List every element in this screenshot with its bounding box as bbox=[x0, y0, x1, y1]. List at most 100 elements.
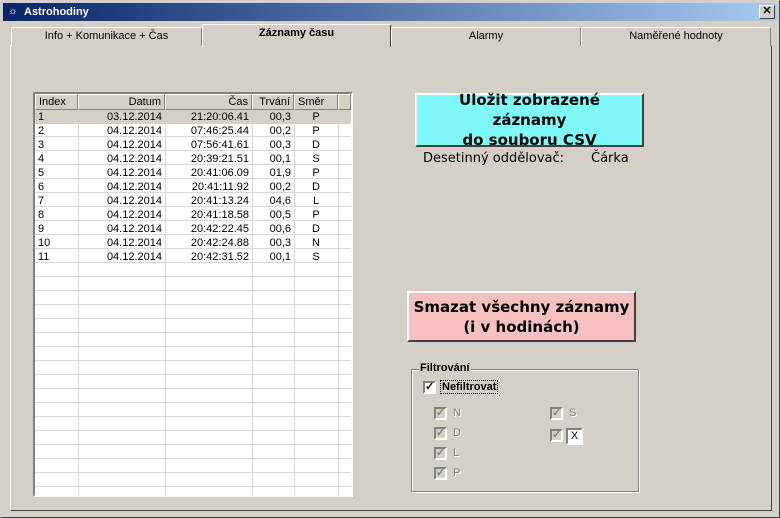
cell-index: 1 bbox=[38, 111, 45, 123]
cell-direction: D bbox=[312, 139, 320, 151]
tab-measured[interactable]: Naměřené hodnoty bbox=[581, 27, 771, 46]
cell-date: 04.12.2014 bbox=[106, 223, 162, 235]
cell-direction: P bbox=[312, 209, 320, 221]
cell-direction: P bbox=[312, 111, 320, 123]
header-date[interactable]: Datum bbox=[78, 94, 165, 110]
export-csv-button[interactable]: Uložit zobrazené záznamy do souboru CSV bbox=[415, 91, 644, 149]
cell-direction: L bbox=[312, 195, 320, 207]
cell-index: 7 bbox=[38, 195, 45, 207]
table-row[interactable]: 7 04.12.2014 20:41:13.24 04,6 L bbox=[35, 194, 351, 208]
table-row[interactable]: 5 04.12.2014 20:41:06.09 01,9 P bbox=[35, 166, 351, 180]
cell-index: 8 bbox=[38, 209, 45, 221]
cell-duration: 04,6 bbox=[269, 195, 291, 207]
cell-time: 20:42:24.88 bbox=[190, 237, 249, 249]
cell-time: 20:42:31.52 bbox=[190, 251, 249, 263]
cell-direction: S bbox=[312, 153, 320, 165]
table-row[interactable]: 9 04.12.2014 20:42:22.45 00,6 D bbox=[35, 222, 351, 236]
no-filter-label: Nefiltrovat bbox=[439, 380, 499, 394]
cell-duration: 00,1 bbox=[269, 153, 291, 165]
cell-date: 04.12.2014 bbox=[106, 181, 162, 193]
cell-date: 04.12.2014 bbox=[106, 139, 162, 151]
header-index[interactable]: Index bbox=[35, 94, 78, 110]
no-filter-label-wrap[interactable]: Nefiltrovat bbox=[439, 380, 499, 394]
table-row[interactable]: 1 03.12.2014 21:20:06.41 00,3 P bbox=[35, 110, 351, 124]
cell-index: 6 bbox=[38, 181, 45, 193]
table-row[interactable]: 8 04.12.2014 20:41:18.58 00,5 P bbox=[35, 208, 351, 222]
filter-d-label: D bbox=[453, 427, 461, 439]
cell-duration: 00,1 bbox=[269, 251, 291, 263]
cell-date: 04.12.2014 bbox=[106, 237, 162, 249]
cell-date: 03.12.2014 bbox=[106, 111, 162, 123]
table-row[interactable]: 10 04.12.2014 20:42:24.88 00,3 N bbox=[35, 236, 351, 250]
app-window: ☼ Astrohodiny ✕ Info + Komunikace + Čas … bbox=[0, 0, 780, 518]
header-duration[interactable]: Trvání bbox=[252, 94, 294, 110]
cell-duration: 00,3 bbox=[269, 237, 291, 249]
cell-time: 20:39:21.51 bbox=[190, 153, 249, 165]
cell-index: 3 bbox=[38, 139, 45, 151]
table-header: Index Datum Čas Trvání Směr bbox=[35, 94, 351, 110]
filter-legend: Filtrování bbox=[419, 362, 471, 374]
export-label-line1: Uložit zobrazené záznamy bbox=[459, 91, 600, 129]
filter-n-label: N bbox=[453, 407, 461, 419]
tab-info[interactable]: Info + Komunikace + Čas bbox=[11, 27, 202, 46]
filter-s-checkbox[interactable]: ✓ bbox=[550, 407, 563, 420]
cell-date: 04.12.2014 bbox=[106, 125, 162, 137]
cell-time: 20:41:06.09 bbox=[190, 167, 249, 179]
delete-label-line1: Smazat všechny záznamy bbox=[413, 297, 630, 316]
decimal-separator-label: Desetinný oddělovač: bbox=[423, 151, 565, 166]
export-label-line2: do souboru CSV bbox=[462, 131, 597, 149]
tab-records[interactable]: Záznamy času bbox=[202, 24, 391, 47]
filter-p-checkbox[interactable]: ✓ bbox=[434, 467, 447, 480]
title-bar[interactable]: ☼ Astrohodiny ✕ bbox=[3, 3, 777, 21]
table-row[interactable]: 6 04.12.2014 20:41:11.92 00,2 D bbox=[35, 180, 351, 194]
table-row[interactable]: 4 04.12.2014 20:39:21.51 00,1 S bbox=[35, 152, 351, 166]
cell-date: 04.12.2014 bbox=[106, 167, 162, 179]
delete-label-line2: (i v hodinách) bbox=[463, 317, 580, 336]
cell-duration: 01,9 bbox=[269, 167, 291, 179]
cell-time: 20:41:11.92 bbox=[191, 181, 249, 193]
cell-index: 5 bbox=[38, 167, 45, 179]
cell-time: 21:20:06.41 bbox=[190, 111, 249, 123]
cell-index: 10 bbox=[38, 237, 51, 249]
table-row[interactable]: 11 04.12.2014 20:42:31.52 00,1 S bbox=[35, 250, 351, 264]
cell-duration: 00,3 bbox=[269, 111, 291, 123]
cell-duration: 00,2 bbox=[269, 181, 291, 193]
cell-date: 04.12.2014 bbox=[106, 251, 162, 263]
table-row[interactable]: 3 04.12.2014 07:56:41.61 00,3 D bbox=[35, 138, 351, 152]
cell-direction: P bbox=[312, 125, 320, 137]
cell-duration: 00,5 bbox=[269, 209, 291, 221]
cell-date: 04.12.2014 bbox=[106, 209, 162, 221]
cell-time: 07:56:41.61 bbox=[190, 139, 249, 151]
tab-alarms[interactable]: Alarmy bbox=[391, 27, 581, 46]
cell-index: 2 bbox=[38, 125, 45, 137]
header-direction[interactable]: Směr bbox=[294, 94, 338, 110]
filter-s-label: S bbox=[569, 407, 577, 419]
records-table[interactable]: Index Datum Čas Trvání Směr 1 03.12.2014 2… bbox=[33, 92, 353, 497]
filter-l-checkbox[interactable]: ✓ bbox=[434, 447, 447, 460]
cell-index: 4 bbox=[38, 153, 45, 165]
filter-d-checkbox[interactable]: ✓ bbox=[434, 427, 447, 440]
cell-time: 20:41:13.24 bbox=[190, 195, 249, 207]
header-time[interactable]: Čas bbox=[165, 94, 252, 110]
cell-direction: S bbox=[312, 251, 320, 263]
cell-direction: D bbox=[312, 181, 320, 193]
filter-p-label: P bbox=[453, 467, 461, 479]
cell-duration: 00,2 bbox=[269, 125, 291, 137]
table-row[interactable]: 2 04.12.2014 07:46:25.44 00,2 P bbox=[35, 124, 351, 138]
cell-time: 20:42:22.45 bbox=[190, 223, 249, 235]
cell-time: 20:41:18.58 bbox=[190, 209, 249, 221]
filter-n-checkbox[interactable]: ✓ bbox=[434, 407, 447, 420]
filter-x-input[interactable]: X bbox=[566, 428, 583, 445]
cell-index: 9 bbox=[38, 223, 45, 235]
decimal-separator-value[interactable]: Čárka bbox=[591, 151, 629, 166]
cell-date: 04.12.2014 bbox=[106, 153, 162, 165]
delete-all-button[interactable]: Smazat všechny záznamy (i v hodinách) bbox=[407, 291, 636, 342]
cell-time: 07:46:25.44 bbox=[190, 125, 249, 137]
cell-duration: 00,6 bbox=[269, 223, 291, 235]
header-filler bbox=[338, 94, 351, 110]
close-button[interactable]: ✕ bbox=[759, 5, 775, 19]
cell-index: 11 bbox=[38, 251, 50, 263]
cell-direction: D bbox=[312, 223, 320, 235]
no-filter-checkbox[interactable]: ✓ bbox=[423, 381, 436, 394]
filter-x-checkbox[interactable]: ✓ bbox=[550, 429, 563, 442]
